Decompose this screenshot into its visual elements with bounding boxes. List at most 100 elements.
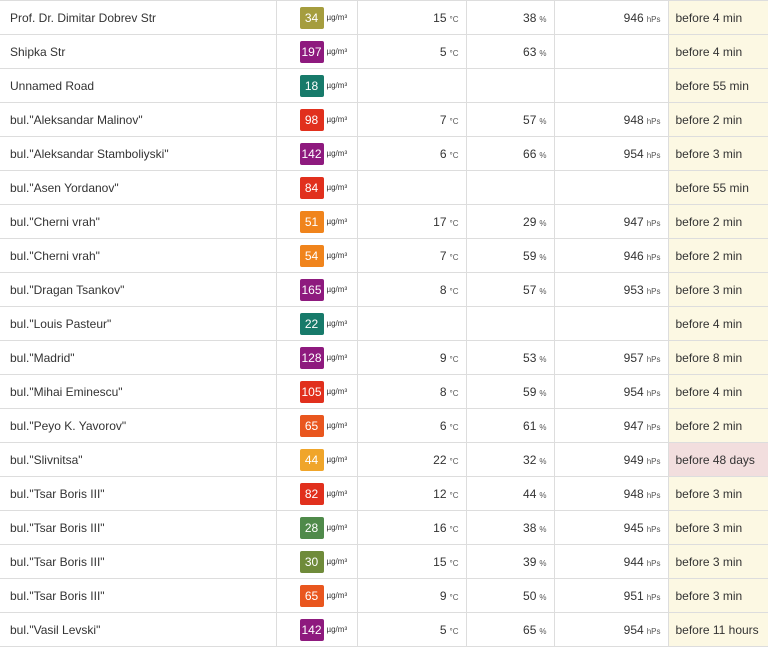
pm-cell: 44 µg/m³ xyxy=(276,442,358,477)
table-row[interactable]: bul."Peyo K. Yavorov" 65 µg/m³ 6 °C 61% 94… xyxy=(0,408,768,443)
location-cell[interactable]: Prof. Dr. Dimitar Dobrev Str xyxy=(0,0,277,35)
table-row[interactable]: bul."Tsar Boris III" 30 µg/m³ 15 °C 39% 94… xyxy=(0,544,768,579)
humidity-unit: % xyxy=(539,490,547,500)
updated-cell: before 4 min xyxy=(668,0,768,35)
location-cell[interactable]: bul."Tsar Boris III" xyxy=(0,578,277,613)
updated-cell: before 3 min xyxy=(668,544,768,579)
table-row[interactable]: Prof. Dr. Dimitar Dobrev Str 34 µg/m³ 15 °… xyxy=(0,0,768,35)
humidity-unit: % xyxy=(539,456,547,466)
temperature-cell: 7 °C xyxy=(357,102,467,137)
temperature-value: 9 xyxy=(439,588,447,603)
pm-unit: µg/m³ xyxy=(326,251,348,260)
location-cell[interactable]: bul."Dragan Tsankov" xyxy=(0,272,277,307)
table-row[interactable]: bul."Aleksandar Malinov" 98 µg/m³ 7 °C 57%… xyxy=(0,102,768,137)
temperature-value: 22 xyxy=(433,452,447,467)
table-row[interactable]: bul."Dragan Tsankov" 165 µg/m³ 8 °C 57% 95… xyxy=(0,272,768,307)
location-cell[interactable]: bul."Tsar Boris III" xyxy=(0,510,277,545)
temperature-cell: 7 °C xyxy=(357,238,467,273)
humidity-unit: % xyxy=(539,286,547,296)
table-row[interactable]: bul."Asen Yordanov" 84 µg/m³ before 55 mi… xyxy=(0,170,768,205)
pm-unit: µg/m³ xyxy=(326,13,348,22)
location-cell[interactable]: Shipka Str xyxy=(0,34,277,69)
pressure-cell: 951 hPs xyxy=(554,578,669,613)
location-cell[interactable]: bul."Louis Pasteur" xyxy=(0,306,277,341)
updated-cell: before 3 min xyxy=(668,272,768,307)
location-cell[interactable]: bul."Slivnitsa" xyxy=(0,442,277,477)
location-cell[interactable]: bul."Cherni vrah" xyxy=(0,204,277,239)
table-row[interactable]: bul."Cherni vrah" 51 µg/m³ 17 °C 29% 947 hP… xyxy=(0,204,768,239)
humidity-cell xyxy=(466,306,555,341)
location-cell[interactable]: bul."Madrid" xyxy=(0,340,277,375)
table-row[interactable]: bul."Aleksandar Stamboliyski" 142 µg/m³ 6… xyxy=(0,136,768,171)
humidity-value: 66 xyxy=(523,146,537,161)
pressure-unit: hPs xyxy=(646,150,661,160)
aqi-badge: 30 xyxy=(299,550,324,573)
location-cell[interactable]: bul."Tsar Boris III" xyxy=(0,476,277,511)
humidity-cell: 39% xyxy=(466,544,555,579)
pm-unit: µg/m³ xyxy=(326,47,348,56)
pressure-cell xyxy=(554,170,669,205)
location-cell[interactable]: bul."Aleksandar Malinov" xyxy=(0,102,277,137)
temperature-cell xyxy=(357,68,467,103)
pm-cell: 82 µg/m³ xyxy=(276,476,358,511)
table-row[interactable]: bul."Louis Pasteur" 22 µg/m³ before 4 min xyxy=(0,306,768,341)
table-row[interactable]: bul."Madrid" 128 µg/m³ 9 °C 53% 957 hPs bef… xyxy=(0,340,768,375)
humidity-cell: 57% xyxy=(466,272,555,307)
table-row[interactable]: Shipka Str 197 µg/m³ 5 °C 63% before 4 min xyxy=(0,34,768,69)
humidity-unit: % xyxy=(539,626,547,636)
updated-cell: before 3 min xyxy=(668,510,768,545)
pressure-unit: hPs xyxy=(646,626,661,636)
updated-cell: before 3 min xyxy=(668,136,768,171)
humidity-cell: 63% xyxy=(466,34,555,69)
aqi-badge: 165 xyxy=(299,278,324,301)
table-row[interactable]: bul."Mihai Eminescu" 105 µg/m³ 8 °C 59% 95… xyxy=(0,374,768,409)
pm-cell: 142 µg/m³ xyxy=(276,612,358,647)
temperature-value: 7 xyxy=(439,248,447,263)
location-cell[interactable]: bul."Asen Yordanov" xyxy=(0,170,277,205)
location-cell[interactable]: bul."Tsar Boris III" xyxy=(0,544,277,579)
pm-cell: 165 µg/m³ xyxy=(276,272,358,307)
aqi-badge: 22 xyxy=(299,312,324,335)
temperature-value: 5 xyxy=(439,622,447,637)
location-cell[interactable]: Unnamed Road xyxy=(0,68,277,103)
temperature-value: 8 xyxy=(439,282,447,297)
table-row[interactable]: bul."Tsar Boris III" 65 µg/m³ 9 °C 50% 951… xyxy=(0,578,768,613)
humidity-unit: % xyxy=(539,150,547,160)
table-row[interactable]: bul."Slivnitsa" 44 µg/m³ 22 °C 32% 949 hPs … xyxy=(0,442,768,477)
table-row[interactable]: bul."Tsar Boris III" 82 µg/m³ 12 °C 44% 94… xyxy=(0,476,768,511)
pressure-cell: 953 hPs xyxy=(554,272,669,307)
humidity-unit: % xyxy=(539,524,547,534)
temperature-cell: 9 °C xyxy=(357,340,467,375)
pm-unit: µg/m³ xyxy=(326,353,348,362)
temperature-unit: °C xyxy=(449,286,459,296)
pm-cell: 28 µg/m³ xyxy=(276,510,358,545)
temperature-unit: °C xyxy=(449,490,459,500)
humidity-value: 38 xyxy=(523,10,537,25)
pm-unit: µg/m³ xyxy=(326,115,348,124)
location-cell[interactable]: bul."Cherni vrah" xyxy=(0,238,277,273)
humidity-cell: 50% xyxy=(466,578,555,613)
updated-cell: before 2 min xyxy=(668,238,768,273)
location-cell[interactable]: bul."Peyo K. Yavorov" xyxy=(0,408,277,443)
humidity-cell: 32% xyxy=(466,442,555,477)
pm-unit: µg/m³ xyxy=(326,319,348,328)
updated-cell: before 55 min xyxy=(668,68,768,103)
pm-unit: µg/m³ xyxy=(326,455,348,464)
temperature-unit: °C xyxy=(449,524,459,534)
location-cell[interactable]: bul."Mihai Eminescu" xyxy=(0,374,277,409)
pm-cell: 54 µg/m³ xyxy=(276,238,358,273)
table-row[interactable]: bul."Tsar Boris III" 28 µg/m³ 16 °C 38% 94… xyxy=(0,510,768,545)
pressure-value: 953 xyxy=(623,282,644,297)
pm-unit: µg/m³ xyxy=(326,81,348,90)
table-row[interactable]: bul."Cherni vrah" 54 µg/m³ 7 °C 59% 946 hPs… xyxy=(0,238,768,273)
temperature-value: 7 xyxy=(439,112,447,127)
table-row[interactable]: Unnamed Road 18 µg/m³ before 55 min xyxy=(0,68,768,103)
location-cell[interactable]: bul."Aleksandar Stamboliyski" xyxy=(0,136,277,171)
location-cell[interactable]: bul."Vasil Levski" xyxy=(0,612,277,647)
humidity-unit: % xyxy=(539,422,547,432)
humidity-cell: 29% xyxy=(466,204,555,239)
temperature-cell xyxy=(357,170,467,205)
updated-cell: before 2 min xyxy=(668,204,768,239)
table-row[interactable]: bul."Vasil Levski" 142 µg/m³ 5 °C 65% 954 h… xyxy=(0,612,768,647)
humidity-cell xyxy=(466,170,555,205)
